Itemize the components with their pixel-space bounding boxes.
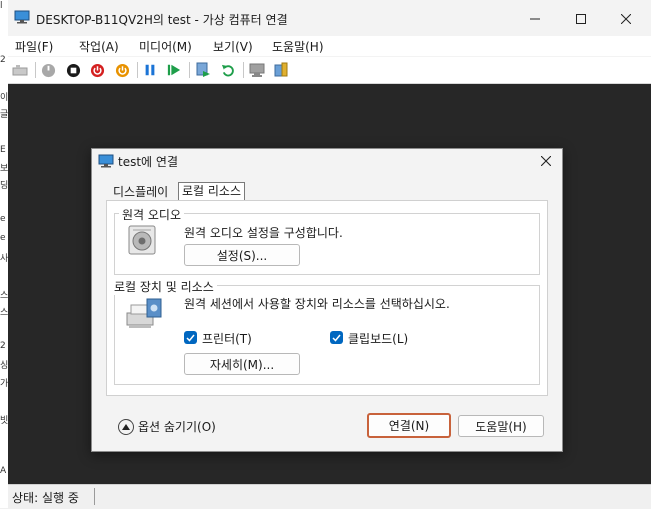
menu-action[interactable]: 작업(A) <box>79 38 119 55</box>
background-text: 빗 <box>0 416 8 426</box>
title-bar[interactable]: DESKTOP-B11QV2H의 test - 가상 컴퓨터 연결 <box>8 0 651 36</box>
background-text: 싱 <box>0 361 8 371</box>
monitor-icon <box>14 10 30 24</box>
remote-audio-title: 원격 오디오 <box>119 206 185 223</box>
background-text: l <box>0 1 3 11</box>
clipboard-label[interactable]: 클립보드(L) <box>348 330 408 347</box>
toolbar-separator <box>35 62 36 78</box>
printer-label[interactable]: 프린터(T) <box>202 330 252 347</box>
revert-icon <box>221 64 234 76</box>
close-icon <box>621 14 631 24</box>
hide-options-label[interactable]: 옵션 숨기기(O) <box>138 418 216 435</box>
background-text: 사 <box>0 254 8 264</box>
tab-local-resources[interactable]: 로컬 리소스 <box>178 182 246 201</box>
checkmark-icon <box>186 334 195 342</box>
dialog-close-button[interactable] <box>536 151 556 171</box>
resume-button[interactable] <box>166 62 182 78</box>
start-button[interactable] <box>40 62 56 78</box>
close-button[interactable] <box>603 6 649 32</box>
share-button[interactable] <box>273 62 289 78</box>
background-text: 이 <box>0 93 8 103</box>
clipboard-checkbox[interactable] <box>330 331 343 344</box>
ctrl-alt-del-button[interactable] <box>12 62 28 78</box>
chevron-up-icon <box>122 424 130 430</box>
help-button[interactable]: 도움말(H) <box>458 415 544 437</box>
play-icon <box>167 64 181 76</box>
turn-off-button[interactable] <box>65 62 81 78</box>
printer-checkbox[interactable] <box>184 331 197 344</box>
speaker-icon <box>128 225 156 255</box>
minimize-button[interactable] <box>512 6 558 32</box>
menu-bar: 파일(F) 작업(A) 미디어(M) 보기(V) 도움말(H) <box>8 36 651 56</box>
remote-audio-description: 원격 오디오 설정을 구성합니다. <box>184 226 343 240</box>
shutdown-button[interactable] <box>89 62 105 78</box>
background-text: 2 <box>0 55 6 65</box>
checkpoint-button[interactable] <box>195 62 211 78</box>
background-text: 스 <box>0 308 8 318</box>
revert-button[interactable] <box>220 62 236 78</box>
background-text: A <box>0 466 7 476</box>
maximize-icon <box>576 14 586 24</box>
power-icon <box>115 63 129 77</box>
minimize-icon <box>530 18 540 20</box>
tab-display[interactable]: 디스플레이 <box>110 184 171 200</box>
background-text: 스 <box>0 291 8 301</box>
local-devices-description: 원격 세션에서 사용할 장치와 리소스를 선택하십시오. <box>184 297 450 311</box>
background-text: e <box>0 233 6 243</box>
pause-button[interactable] <box>142 62 158 78</box>
close-icon <box>541 156 551 166</box>
background-text: 보 <box>0 164 8 174</box>
shutdown-icon <box>90 63 104 77</box>
toolbar <box>8 57 651 84</box>
background-text: E <box>0 145 6 155</box>
connect-button[interactable]: 연결(N) <box>367 413 451 438</box>
checkpoint-icon <box>196 62 210 77</box>
enhanced-session-button[interactable] <box>249 62 265 78</box>
toolbar-separator <box>189 62 190 78</box>
keyboard-icon <box>12 65 28 76</box>
status-bar: 상태: 실행 중 <box>8 484 651 509</box>
share-icon <box>274 62 288 77</box>
local-resources-panel: 원격 오디오 원격 오디오 설정을 구성합니다. 설정(S)... 로컬 장치 … <box>106 200 548 396</box>
maximize-button[interactable] <box>558 6 604 32</box>
menu-view[interactable]: 보기(V) <box>213 38 253 55</box>
background-text: e <box>0 214 6 224</box>
background-text: 2 <box>0 341 6 351</box>
enhanced-session-icon <box>249 63 265 77</box>
save-state-button[interactable] <box>114 62 130 78</box>
checkmark-icon <box>332 334 341 342</box>
dialog-title: test에 연결 <box>118 155 178 169</box>
menu-file[interactable]: 파일(F) <box>15 38 53 55</box>
window-title: DESKTOP-B11QV2H의 test - 가상 컴퓨터 연결 <box>36 13 288 27</box>
monitor-icon <box>98 154 114 168</box>
status-text: 상태: 실행 중 <box>12 491 79 505</box>
connect-dialog: test에 연결 디스플레이 로컬 리소스 원격 오디오 원격 오디오 설정을 … <box>91 148 563 452</box>
toolbar-separator <box>243 62 244 78</box>
start-icon <box>41 63 55 77</box>
menu-help[interactable]: 도움말(H) <box>272 38 324 55</box>
background-text: 딩 <box>0 181 8 191</box>
local-devices-title: 로컬 장치 및 리소스 <box>111 278 217 295</box>
local-devices-icon <box>126 298 162 328</box>
menu-media[interactable]: 미디어(M) <box>139 38 192 55</box>
background-text: 가 <box>0 379 8 389</box>
pause-icon <box>145 64 155 76</box>
more-devices-button[interactable]: 자세히(M)... <box>184 353 300 375</box>
audio-settings-button[interactable]: 설정(S)... <box>184 244 300 266</box>
stop-icon <box>66 63 80 77</box>
status-separator <box>94 488 95 505</box>
background-text: 글 <box>0 110 8 120</box>
hide-options-toggle[interactable] <box>118 419 134 435</box>
toolbar-separator <box>137 62 138 78</box>
